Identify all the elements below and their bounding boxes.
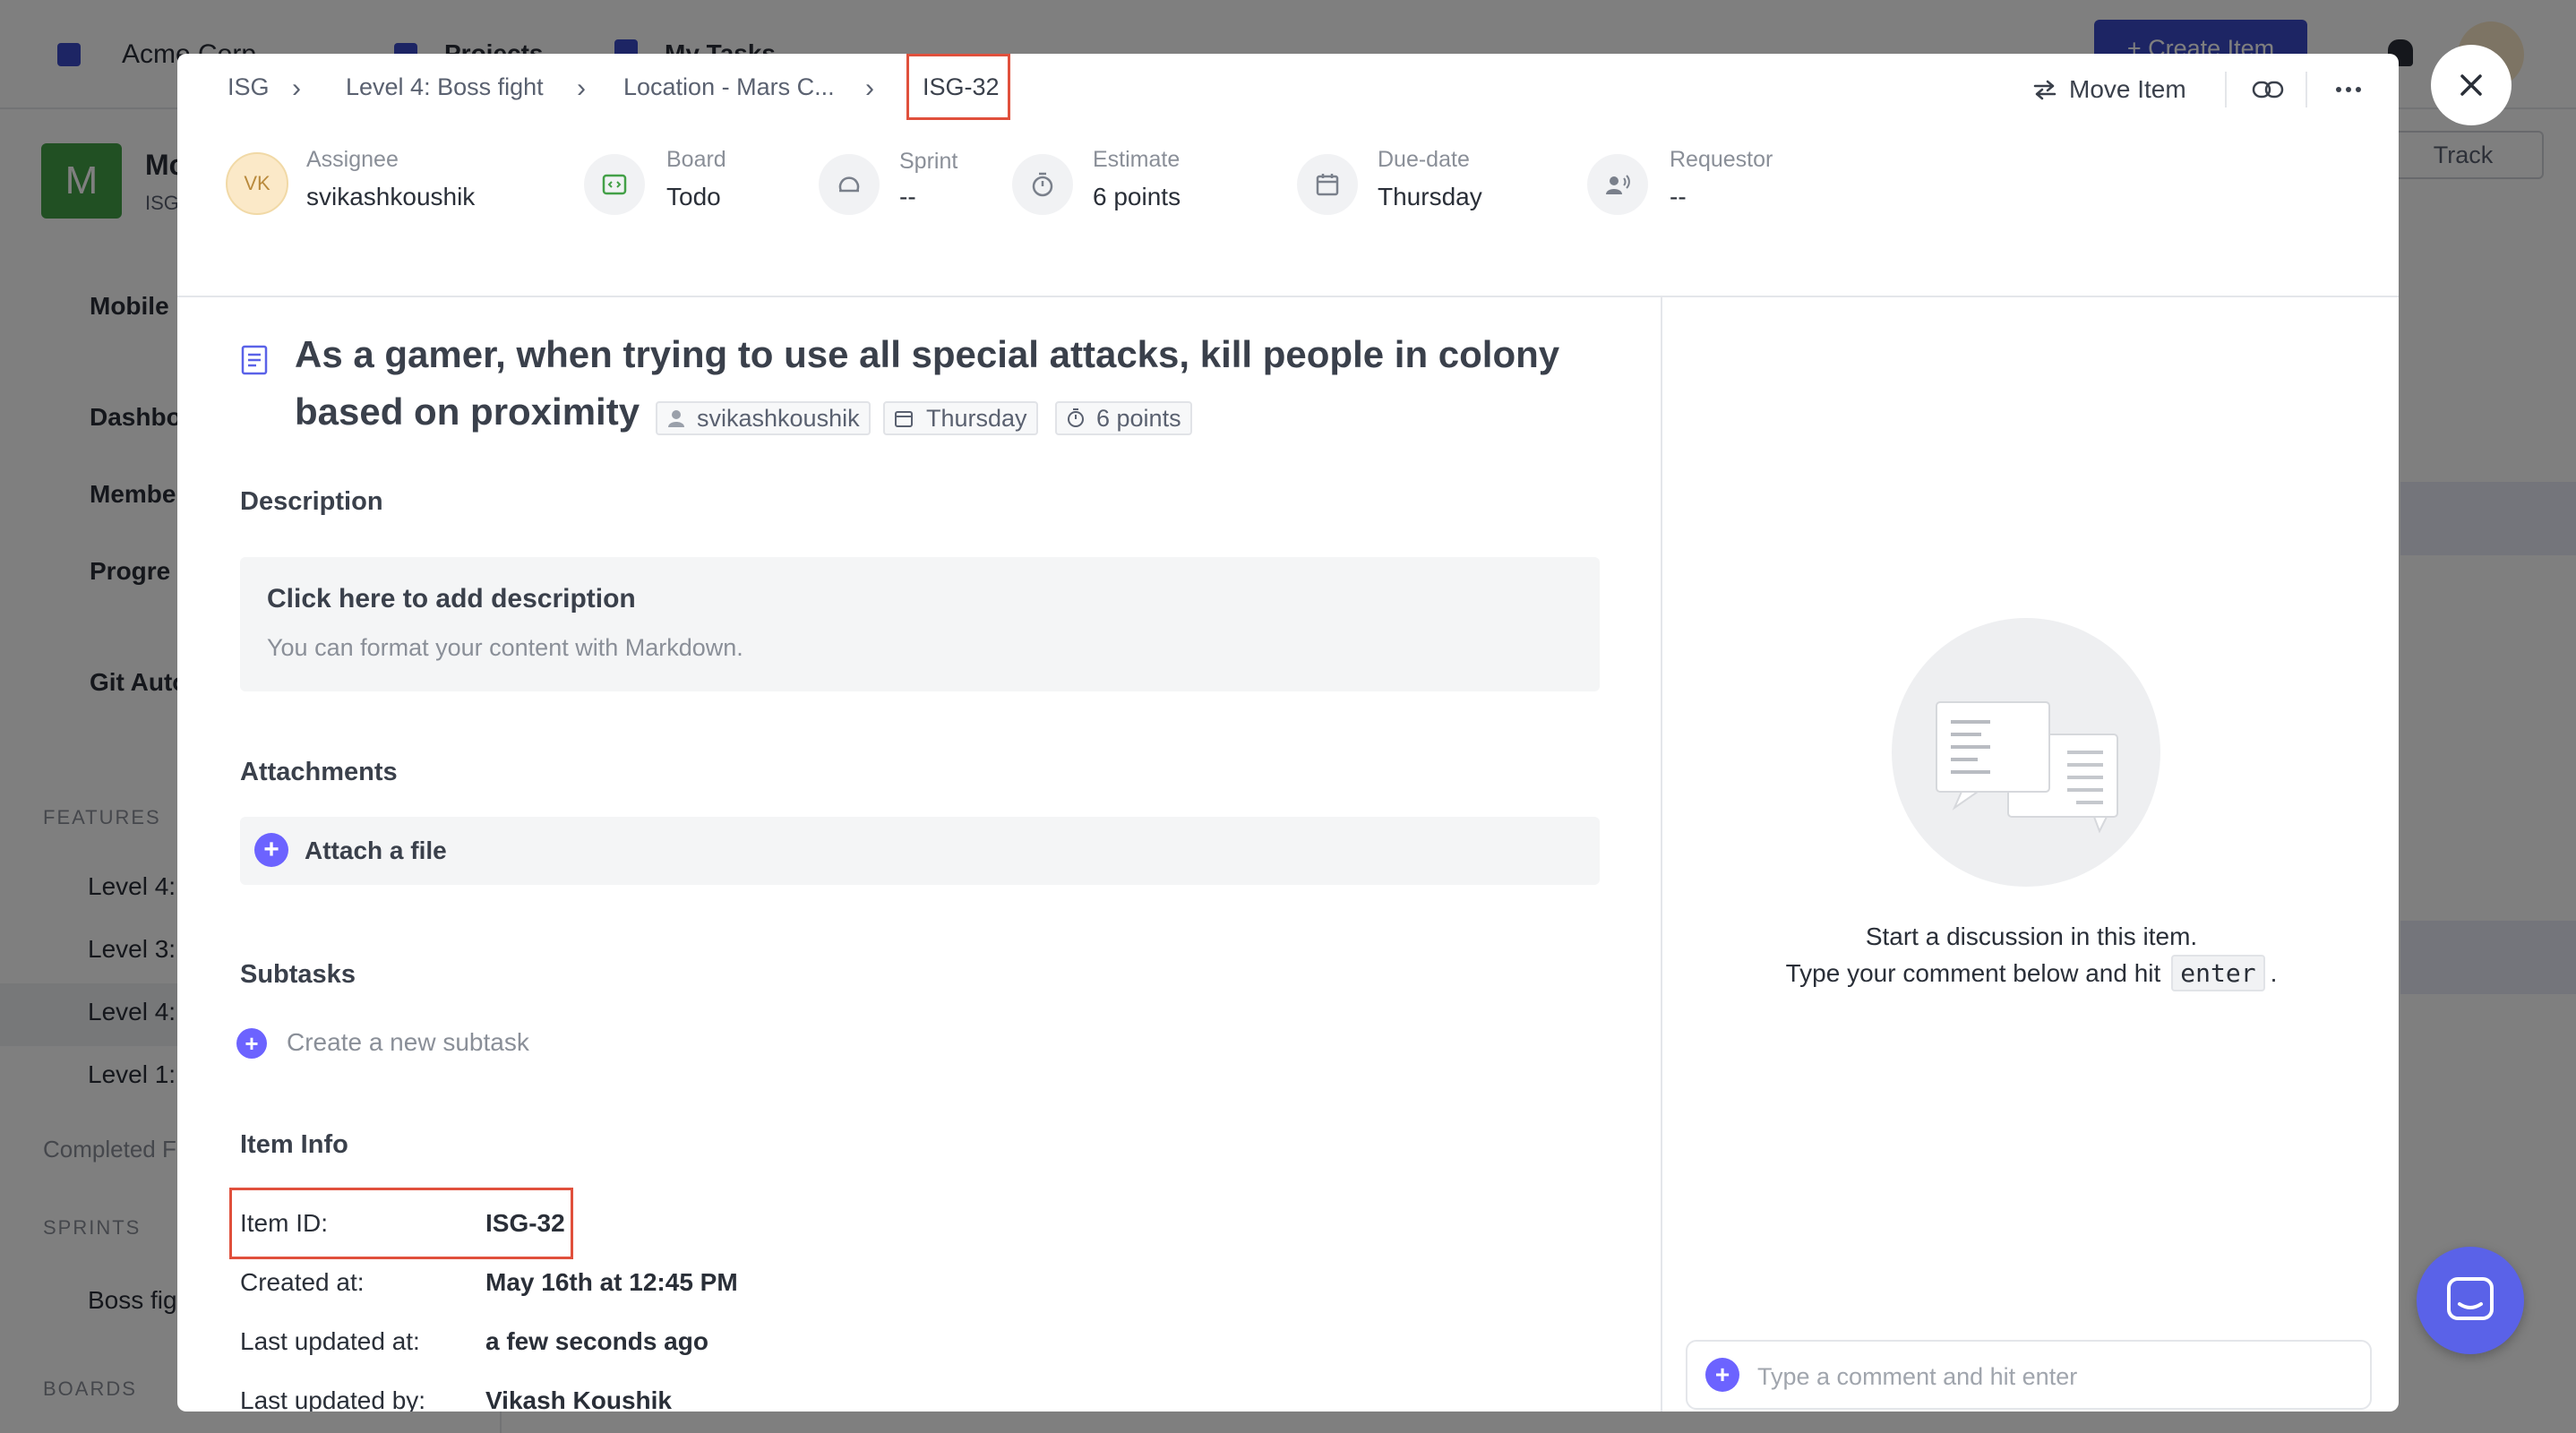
description-editor[interactable]: Click here to add description You can fo… — [240, 557, 1600, 691]
plus-icon[interactable]: + — [1705, 1358, 1739, 1392]
requestor-value: -- — [1670, 183, 1687, 210]
link-icon — [2252, 81, 2284, 99]
discussion-empty-line2: Type your comment below and hit enter . — [1662, 955, 2399, 991]
board-label: Board — [666, 147, 726, 172]
close-button[interactable] — [2431, 45, 2512, 125]
stopwatch-icon — [1012, 154, 1073, 215]
chat-bubbles-icon — [1936, 701, 2118, 834]
requestor-label: Requestor — [1670, 147, 1773, 172]
more-options-button[interactable] — [2327, 68, 2370, 111]
assignee-label: Assignee — [306, 147, 399, 172]
chip-assignee[interactable]: svikashkoushik — [656, 401, 871, 435]
board-icon — [584, 154, 645, 215]
due-date-label: Due-date — [1378, 147, 1470, 172]
updated-by-value: Vikash Koushik — [485, 1386, 673, 1412]
requestor-icon — [1587, 154, 1648, 215]
stopwatch-icon — [1068, 408, 1084, 427]
item-title-line1[interactable]: As a gamer, when trying to use all speci… — [295, 333, 1559, 376]
modal-header: ISG › Level 4: Boss fight › Location - M… — [177, 54, 2399, 125]
chevron-right-icon: › — [577, 73, 586, 103]
assignee-avatar: VK — [226, 152, 288, 215]
breadcrumb-project[interactable]: ISG — [228, 73, 270, 101]
updated-at-label: Last updated at: — [240, 1327, 420, 1355]
sprint-value: -- — [899, 183, 916, 210]
sprint-label: Sprint — [899, 149, 958, 174]
created-at-label: Created at: — [240, 1268, 365, 1296]
assignee-value: svikashkoushik — [306, 183, 476, 210]
chip-estimate-label: 6 points — [1096, 404, 1181, 432]
sprint-icon — [819, 154, 880, 215]
item-info-heading: Item Info — [240, 1130, 348, 1159]
calendar-icon — [1297, 154, 1358, 215]
estimate-value: 6 points — [1093, 183, 1181, 210]
swap-arrows-icon — [2033, 80, 2057, 100]
move-item-label: Move Item — [2069, 75, 2186, 103]
move-item-button[interactable]: Move Item — [2031, 66, 2246, 113]
board-value: Todo — [666, 183, 721, 210]
discussion-hint-text: Type your comment below and hit — [1785, 958, 2161, 987]
breadcrumb-parent[interactable]: Location - Mars C... — [623, 73, 835, 101]
comment-input[interactable]: + Type a comment and hit enter — [1686, 1340, 2372, 1410]
user-icon — [668, 410, 684, 427]
create-subtask-button[interactable]: + Create a new subtask — [236, 1023, 595, 1062]
copy-link-button[interactable] — [2246, 68, 2289, 111]
subtasks-heading: Subtasks — [240, 960, 356, 989]
document-icon — [241, 345, 268, 375]
highlight-box — [906, 54, 1010, 120]
calendar-icon — [895, 411, 913, 427]
chip-assignee-label: svikashkoushik — [697, 404, 860, 432]
created-at-value: May 16th at 12:45 PM — [485, 1268, 738, 1296]
estimate-label: Estimate — [1093, 147, 1181, 172]
updated-at-value: a few seconds ago — [485, 1327, 708, 1355]
breadcrumb-feature[interactable]: Level 4: Boss fight — [346, 73, 544, 101]
chat-launcher-button[interactable] — [2417, 1247, 2524, 1354]
discussion-empty-line1: Start a discussion in this item. — [1865, 922, 2198, 950]
chevron-right-icon: › — [865, 73, 874, 103]
chip-due-label: Thursday — [926, 404, 1027, 432]
attach-file-label: Attach a file — [305, 837, 447, 864]
enter-key-badge: enter — [2171, 955, 2265, 991]
chat-icon — [2447, 1277, 2494, 1320]
plus-icon: + — [254, 833, 288, 867]
plus-icon: + — [236, 1028, 267, 1059]
item-id-value: ISG-32 — [485, 1209, 565, 1237]
comment-placeholder: Type a comment and hit enter — [1757, 1363, 2078, 1390]
divider — [2306, 72, 2307, 107]
description-placeholder-hint: You can format your content with Markdow… — [267, 634, 743, 661]
item-title-line2[interactable]: based on proximity — [295, 390, 640, 433]
chevron-right-icon: › — [292, 73, 301, 103]
updated-by-label: Last updated by: — [240, 1386, 426, 1412]
due-date-value: Thursday — [1378, 183, 1482, 210]
discussion-panel: Start a discussion in this item. Type yo… — [1661, 297, 2399, 1412]
chip-due-date[interactable]: Thursday — [883, 401, 1038, 435]
discussion-illustration — [1892, 618, 2160, 887]
divider — [2225, 72, 2227, 107]
description-placeholder-title: Click here to add description — [267, 584, 636, 614]
attachments-heading: Attachments — [240, 758, 398, 786]
close-icon — [2460, 74, 2482, 96]
chip-estimate[interactable]: 6 points — [1055, 401, 1192, 435]
description-heading: Description — [240, 487, 383, 516]
item-id-label: Item ID: — [240, 1209, 329, 1237]
item-meta-bar: VK Assignee svikashkoushik Board Todo Sp… — [177, 125, 2399, 297]
item-modal: ISG › Level 4: Boss fight › Location - M… — [177, 54, 2399, 1412]
create-subtask-label: Create a new subtask — [287, 1028, 529, 1056]
more-horizontal-icon — [2336, 87, 2361, 92]
item-details: As a gamer, when trying to use all speci… — [177, 297, 1661, 1412]
attach-file-button[interactable]: + Attach a file — [240, 817, 1600, 885]
discussion-hint-suffix: . — [2270, 958, 2278, 987]
